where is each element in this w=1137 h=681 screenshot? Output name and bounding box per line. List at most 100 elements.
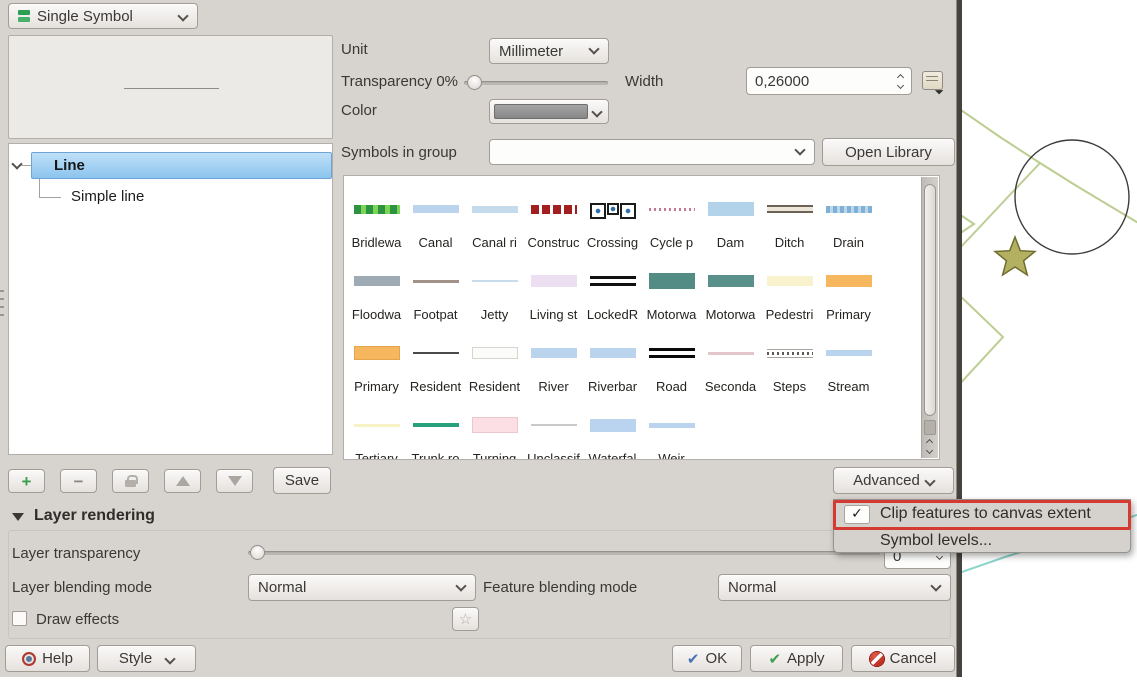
symbols-group-combo[interactable] [489,139,815,165]
add-symbol-layer-button[interactable]: + [8,469,45,493]
menu-item-symbol-levels[interactable]: Symbol levels... [836,528,1128,554]
symbol-item[interactable]: Floodwa [347,250,406,322]
symbol-item[interactable]: Resident [465,322,524,394]
spin-up-icon[interactable] [897,73,904,80]
symbol-item[interactable]: Stream [819,322,878,394]
symbol-item[interactable]: River [524,322,583,394]
move-up-button[interactable] [164,469,201,493]
spin-down-icon[interactable] [897,81,904,88]
symbol-item[interactable]: Weir [642,394,701,460]
symbol-label: Canal [406,235,465,251]
tree-item-simple-line[interactable]: Simple line [71,188,144,205]
symbol-label: Ditch [760,235,819,251]
unit-label: Unit [341,41,368,58]
symbol-item[interactable]: LockedR [583,250,642,322]
symbol-item[interactable]: Dam [701,178,760,250]
symbol-item[interactable]: Ditch [760,178,819,250]
menu-item-label: Symbol levels... [880,532,992,550]
symbol-item[interactable]: Waterfal [583,394,642,460]
effects-customize-button[interactable]: ☆ [452,607,479,631]
save-button[interactable]: Save [273,467,331,494]
renderer-type-combo[interactable]: Single Symbol [8,3,198,29]
splitter-handle[interactable] [0,290,4,316]
scroll-up-icon[interactable] [926,439,933,446]
symbol-layer-tree[interactable]: Line Simple line [8,143,333,455]
symbol-item[interactable]: Motorwa [642,250,701,322]
symbol-item[interactable]: Road [642,322,701,394]
scrollbar-thumb[interactable] [924,184,936,416]
lock-color-button[interactable] [112,469,149,493]
symbol-label: Primary [347,379,406,395]
layer-transparency-slider-handle[interactable] [250,545,265,560]
symbol-swatch [760,343,819,363]
draw-effects-checkbox[interactable] [12,611,27,626]
symbol-item[interactable]: Drain [819,178,878,250]
style-button[interactable]: Style [97,645,196,672]
vertical-scrollbar[interactable] [921,177,938,458]
symbol-label: Living st [524,307,583,323]
ok-button[interactable]: ✔ OK [672,645,742,672]
symbol-label: Resident [465,379,524,395]
symbol-item[interactable]: Construc [524,178,583,250]
transparency-slider-handle[interactable] [467,75,482,90]
symbol-item[interactable]: Tertiary [347,394,406,460]
tree-item-line[interactable]: Line [31,152,332,179]
menu-item-clip-features[interactable]: ✓ Clip features to canvas extent [836,501,1128,527]
advanced-button[interactable]: Advanced [833,467,954,494]
open-library-button[interactable]: Open Library [822,138,955,166]
symbol-swatch [347,199,406,219]
symbol-item[interactable]: Primary [347,322,406,394]
transparency-slider-track[interactable] [464,81,608,85]
star-icon: ☆ [459,610,472,628]
symbol-preview [8,35,333,139]
symbol-item[interactable]: Steps [760,322,819,394]
color-button[interactable] [489,99,609,124]
symbol-item[interactable]: Primary [819,250,878,322]
symbol-item[interactable]: Cycle p [642,178,701,250]
symbol-label: Jetty [465,307,524,323]
symbol-item[interactable]: Trunk ro [406,394,465,460]
menu-item-label: Clip features to canvas extent [880,505,1091,523]
scroll-down-icon[interactable] [926,447,933,454]
symbol-item[interactable]: Motorwa [701,250,760,322]
symbol-item[interactable]: Turning [465,394,524,460]
remove-symbol-layer-button[interactable]: − [60,469,97,493]
symbol-swatch [760,271,819,291]
symbol-item[interactable]: Seconda [701,322,760,394]
layer-properties-dialog: Single Symbol Unit Millimeter Transparen… [0,0,956,677]
help-button[interactable]: Help [5,645,90,672]
symbol-swatch [524,271,583,291]
symbol-item[interactable]: Crossing [583,178,642,250]
symbol-swatch [465,199,524,219]
width-spinbox[interactable]: 0,26000 [746,67,912,95]
symbol-item[interactable]: Jetty [465,250,524,322]
symbol-item[interactable]: Riverbar [583,322,642,394]
tree-connector [39,179,40,197]
symbol-item[interactable]: Unclassif [524,394,583,460]
apply-button[interactable]: ✔ Apply [750,645,843,672]
symbol-library-list[interactable]: BridlewaCanalCanal riConstrucCrossingCyc… [343,175,940,460]
symbol-item[interactable]: Resident [406,322,465,394]
symbol-swatch [347,271,406,291]
spinbox-arrows[interactable] [898,68,903,94]
symbol-swatch [642,343,701,363]
symbol-swatch [760,199,819,219]
feature-blending-combo[interactable]: Normal [718,574,951,601]
symbol-swatch [406,199,465,219]
unit-combo[interactable]: Millimeter [489,38,609,64]
data-defined-override-button[interactable] [922,71,943,90]
move-down-button[interactable] [216,469,253,493]
layer-blending-combo[interactable]: Normal [248,574,476,601]
symbol-item[interactable]: Canal ri [465,178,524,250]
symbol-item[interactable]: Living st [524,250,583,322]
symbol-item[interactable]: Canal [406,178,465,250]
cancel-button[interactable]: Cancel [851,645,955,672]
symbol-item[interactable]: Pedestri [760,250,819,322]
symbol-swatch [524,199,583,219]
symbol-item[interactable]: Footpat [406,250,465,322]
tree-expander-icon[interactable] [11,158,22,169]
layer-transparency-slider-track[interactable] [248,551,880,555]
symbol-item[interactable]: Bridlewa [347,178,406,250]
collapse-arrow-icon[interactable] [12,513,24,521]
symbol-label: Cycle p [642,235,701,251]
